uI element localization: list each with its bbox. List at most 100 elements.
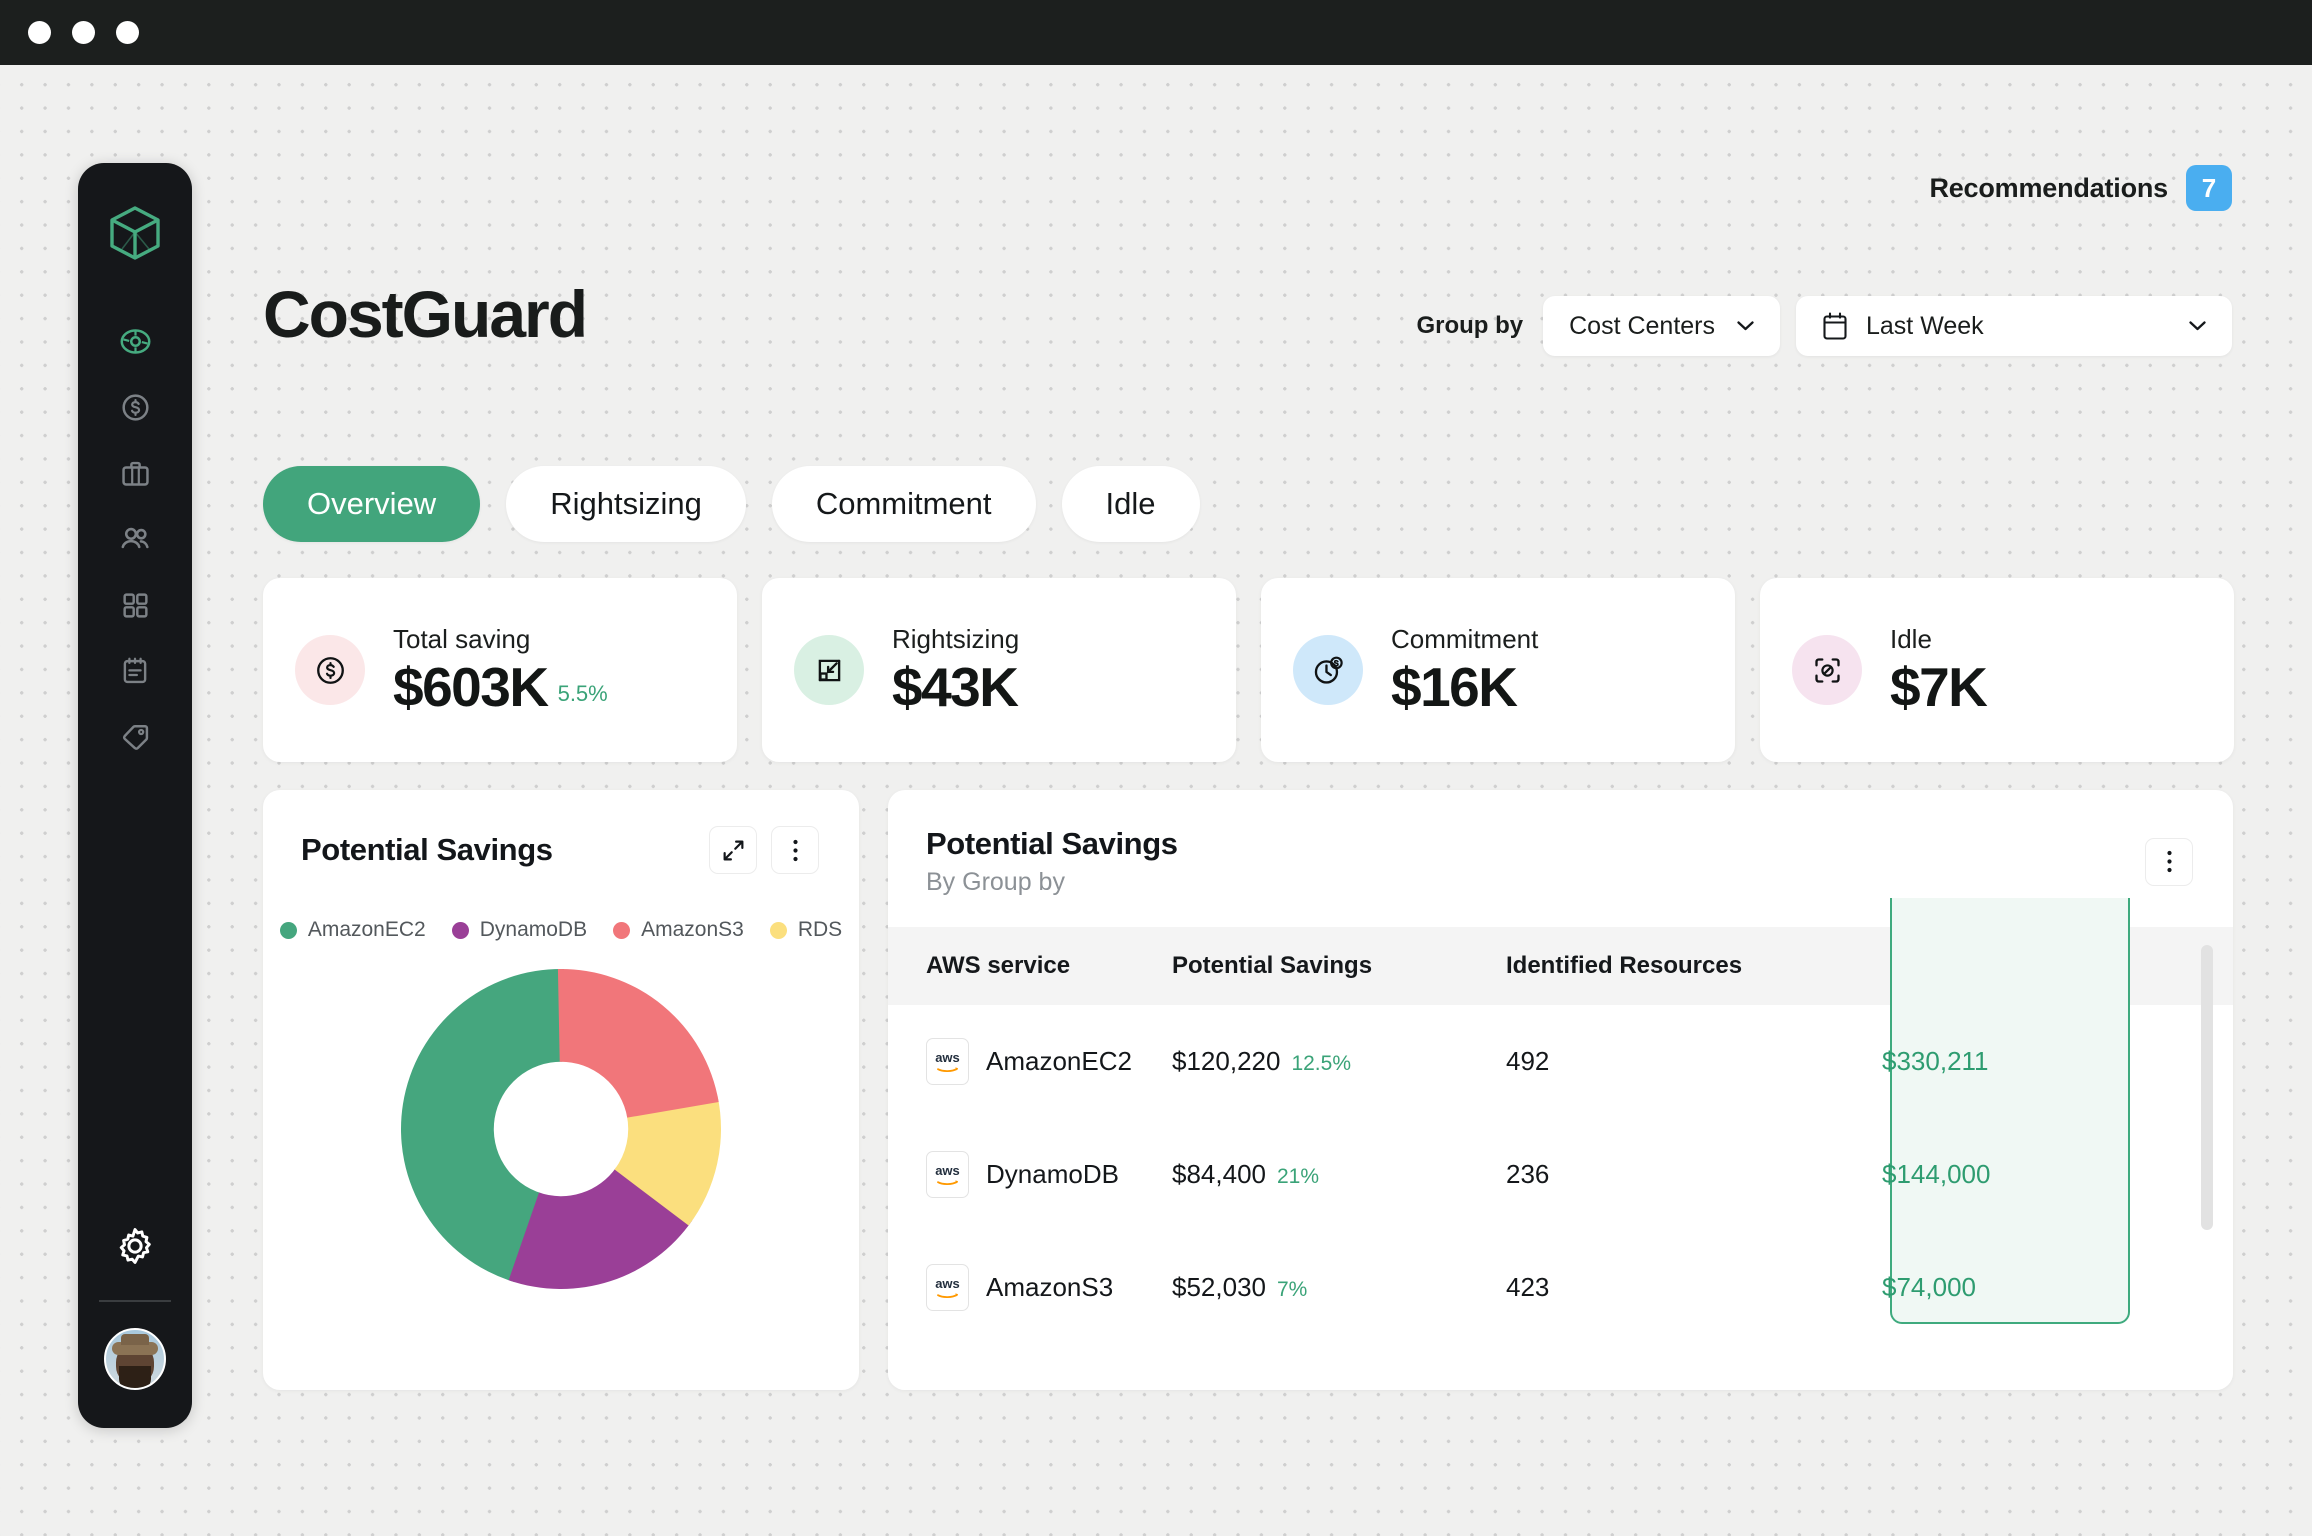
grid-icon xyxy=(120,590,151,621)
aws-logo-icon: aws xyxy=(926,1038,969,1085)
service-name: AmazonEC2 xyxy=(986,1046,1132,1077)
legend-item[interactable]: DynamoDB xyxy=(452,918,587,942)
legend-label: DynamoDB xyxy=(480,918,587,942)
dollar-circle-icon xyxy=(295,635,365,705)
savings-percent: 7% xyxy=(1277,1278,1307,1302)
idle-scan-icon xyxy=(1792,635,1862,705)
legend-color-swatch xyxy=(452,922,469,939)
aws-logo-icon: aws xyxy=(926,1264,969,1311)
table-header-row: AWS service Potential Savings Identified… xyxy=(888,927,2233,1005)
chart-menu-button[interactable] xyxy=(771,826,819,874)
column-header-potential-savings[interactable]: Potential Savings xyxy=(1172,952,1506,980)
donut-slice-amazons3[interactable] xyxy=(558,969,719,1118)
legend-item[interactable]: RDS xyxy=(770,918,842,942)
kpi-value: $603K xyxy=(393,659,548,717)
saved-by-finout-value: $330,211 xyxy=(1851,1046,2091,1077)
sidebar-item-reports[interactable] xyxy=(99,638,171,704)
legend-label: RDS xyxy=(798,918,842,942)
three-dots-icon xyxy=(792,838,799,863)
column-header-identified-resources[interactable]: Identified Resources xyxy=(1506,952,1851,980)
kpi-card-commitment: Commitment $16K xyxy=(1261,578,1735,762)
service-name: DynamoDB xyxy=(986,1159,1119,1190)
savings-amount: $84,400 xyxy=(1172,1159,1266,1190)
close-icon[interactable] xyxy=(28,21,51,44)
card-header: Potential Savings xyxy=(263,790,859,874)
donut-chart xyxy=(263,964,859,1294)
tab-overview[interactable]: Overview xyxy=(263,466,480,542)
cube-logo[interactable] xyxy=(108,205,162,266)
kpi-card-idle: Idle $7K xyxy=(1760,578,2234,762)
maximize-icon[interactable] xyxy=(116,21,139,44)
saved-by-finout-value: $55,000 xyxy=(1851,1385,2091,1390)
window-titlebar xyxy=(0,0,2312,65)
card-subtitle: By Group by xyxy=(926,868,1178,897)
kpi-value: $16K xyxy=(1391,659,1516,717)
kpi-label: Idle xyxy=(1890,624,1996,655)
sidebar-item-tags[interactable] xyxy=(99,704,171,770)
tag-icon xyxy=(119,721,152,754)
minimize-icon[interactable] xyxy=(72,21,95,44)
tab-rightsizing[interactable]: Rightsizing xyxy=(506,466,746,542)
clock-dollar-icon xyxy=(1293,635,1363,705)
identified-resources: 236 xyxy=(1506,1159,1851,1190)
tab-idle[interactable]: Idle xyxy=(1062,466,1200,542)
legend-label: AmazonEC2 xyxy=(308,918,426,942)
sidebar-item-dashboard[interactable] xyxy=(99,308,171,374)
table-row[interactable]: awsAmazonEC2$120,22012.5%492$330,211 xyxy=(888,1005,2233,1118)
table-menu-button[interactable] xyxy=(2145,838,2193,886)
header-controls: Group by Cost Centers Last Week xyxy=(1416,296,2232,356)
sidebar-item-apps[interactable] xyxy=(99,572,171,638)
chevron-down-icon xyxy=(2189,321,2206,331)
table-scrollbar[interactable] xyxy=(2201,945,2213,1230)
group-by-select[interactable]: Cost Centers xyxy=(1543,296,1780,356)
legend-item[interactable]: AmazonS3 xyxy=(613,918,744,942)
briefcase-icon xyxy=(119,457,152,490)
donut-chart-svg xyxy=(396,964,726,1294)
kpi-label: Rightsizing xyxy=(892,624,1027,655)
expand-button[interactable] xyxy=(709,826,757,874)
tab-bar: Overview Rightsizing Commitment Idle xyxy=(263,466,1200,542)
sidebar-item-settings[interactable] xyxy=(99,1210,171,1282)
kpi-cards: Total saving $603K 5.5% Rightsizing xyxy=(263,578,2234,762)
sidebar-divider xyxy=(99,1300,171,1302)
dollar-circle-icon xyxy=(119,391,152,424)
group-by-label: Group by xyxy=(1416,312,1523,340)
legend-item[interactable]: AmazonEC2 xyxy=(280,918,426,942)
table-row[interactable]: awsAmazonS3$52,0307%423$74,000 xyxy=(888,1231,2233,1344)
identified-resources: 127 xyxy=(1506,1385,1851,1390)
savings-percent: 21% xyxy=(1277,1165,1319,1189)
column-header-saved-by-finout[interactable]: Saved by Finout xyxy=(1890,913,2130,1005)
savings-amount: $120,220 xyxy=(1172,1046,1280,1077)
table-row[interactable]: awsRDS$12,0005%127$55,000 xyxy=(888,1344,2233,1390)
identified-resources: 492 xyxy=(1506,1046,1851,1077)
sidebar-item-cost[interactable] xyxy=(99,374,171,440)
savings-amount: $52,030 xyxy=(1172,1272,1266,1303)
table-body: awsAmazonEC2$120,22012.5%492$330,211awsD… xyxy=(888,1005,2233,1390)
recommendations[interactable]: Recommendations 7 xyxy=(1929,165,2232,211)
card-title: Potential Savings xyxy=(301,832,553,868)
date-range-value: Last Week xyxy=(1866,312,1984,341)
gear-icon xyxy=(114,1225,156,1267)
card-title: Potential Savings xyxy=(926,826,1178,862)
date-range-select[interactable]: Last Week xyxy=(1796,296,2232,356)
tab-commitment[interactable]: Commitment xyxy=(772,466,1036,542)
table-row[interactable]: awsDynamoDB$84,40021%236$144,000 xyxy=(888,1118,2233,1231)
three-dots-icon xyxy=(2166,849,2173,874)
potential-savings-table-card: Potential Savings By Group by AWS servic… xyxy=(888,790,2233,1390)
kpi-value: $43K xyxy=(892,659,1017,717)
legend-color-swatch xyxy=(613,922,630,939)
chevron-down-icon xyxy=(1737,321,1754,331)
recommendations-label: Recommendations xyxy=(1929,173,2168,204)
legend-color-swatch xyxy=(770,922,787,939)
kpi-card-total-saving: Total saving $603K 5.5% xyxy=(263,578,737,762)
sidebar-item-teams[interactable] xyxy=(99,506,171,572)
kpi-label: Total saving xyxy=(393,624,608,655)
kpi-value: $7K xyxy=(1890,659,1986,717)
column-header-aws-service[interactable]: AWS service xyxy=(888,952,1172,980)
service-name: AmazonS3 xyxy=(986,1272,1113,1303)
kpi-card-rightsizing: Rightsizing $43K xyxy=(762,578,1236,762)
avatar[interactable] xyxy=(104,1328,166,1390)
aws-logo-icon: aws xyxy=(926,1151,969,1198)
sidebar-item-business[interactable] xyxy=(99,440,171,506)
saved-by-finout-value: $74,000 xyxy=(1851,1272,2091,1303)
